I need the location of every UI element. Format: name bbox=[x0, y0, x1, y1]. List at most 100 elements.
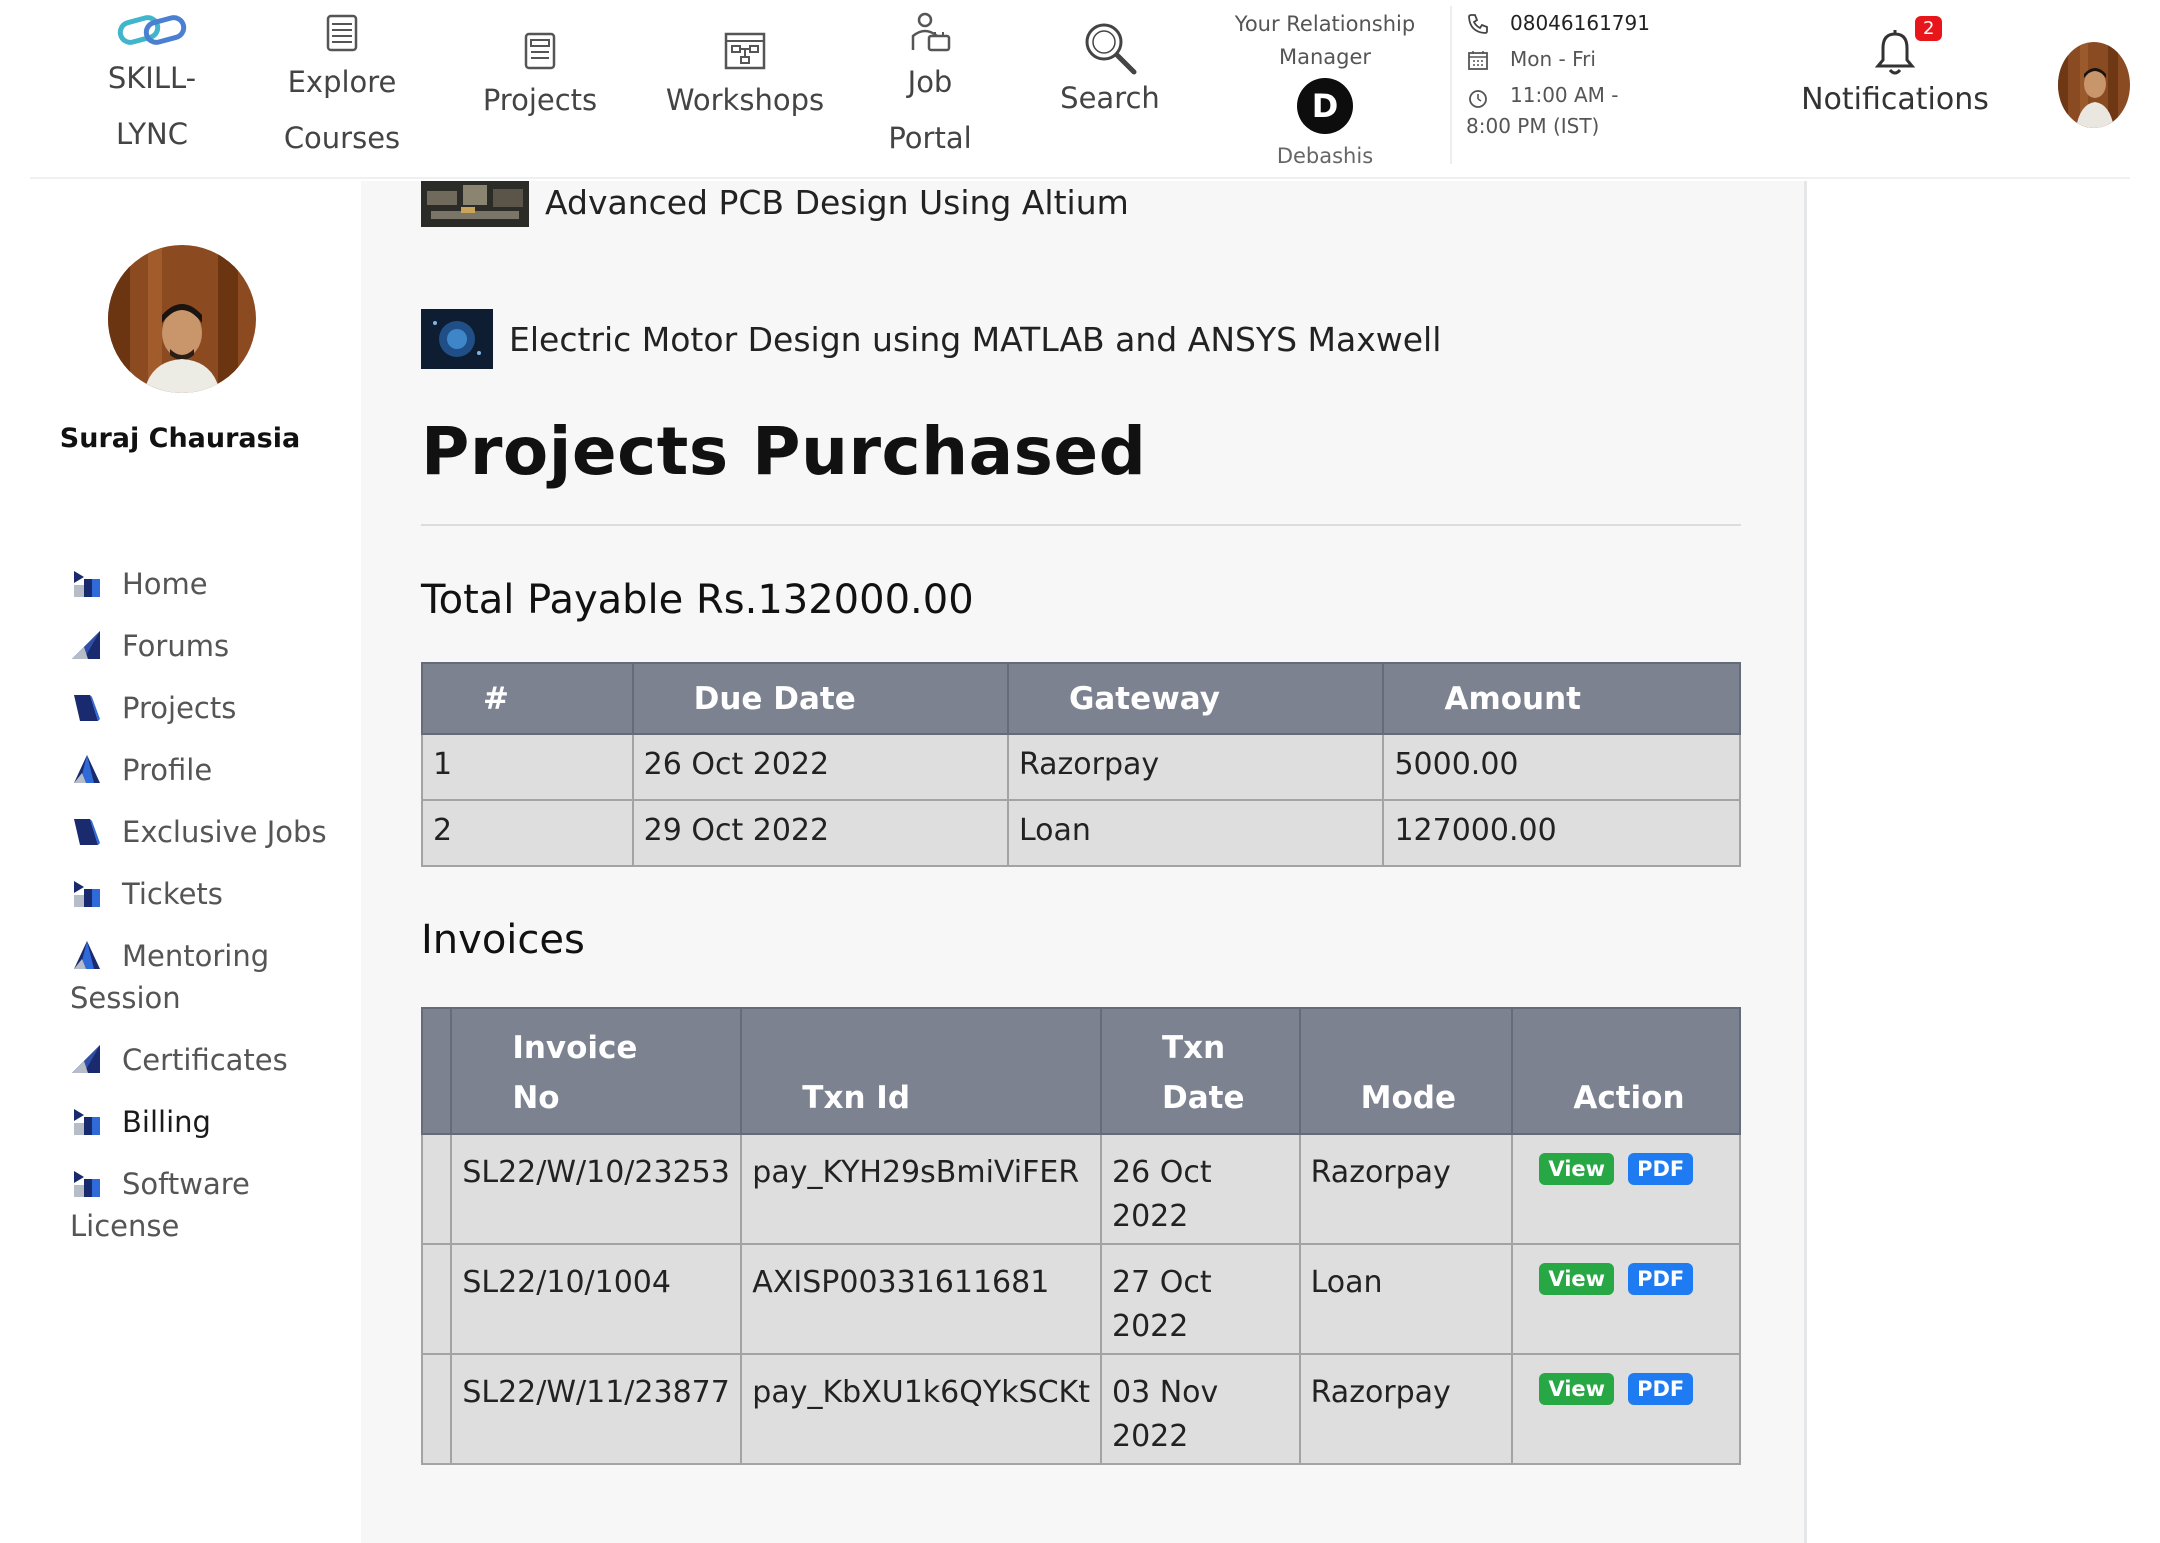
column-header-line2: Txn Id bbox=[802, 1080, 911, 1116]
notification-badge: 2 bbox=[1915, 16, 1943, 41]
nav-projects[interactable]: Projects bbox=[450, 28, 630, 128]
column-header: Amount bbox=[1382, 662, 1741, 735]
cell-action: View PDF bbox=[1511, 1353, 1741, 1465]
column-header: Due Date bbox=[631, 662, 1009, 735]
rm-avatar[interactable]: D bbox=[1297, 78, 1353, 134]
invoices-heading: Invoices bbox=[421, 917, 585, 963]
bell-icon bbox=[1874, 30, 1916, 75]
nav-workshops[interactable]: Workshops bbox=[645, 28, 845, 128]
home-icon bbox=[74, 571, 100, 597]
cell-action: View PDF bbox=[1511, 1133, 1741, 1245]
column-header-line1: Txn bbox=[1162, 1030, 1226, 1066]
view-button[interactable]: View bbox=[1539, 1153, 1615, 1185]
course-title: Advanced PCB Design Using Altium bbox=[545, 182, 1129, 222]
cell-index: 1 bbox=[421, 733, 634, 801]
pdf-button[interactable]: PDF bbox=[1628, 1263, 1694, 1295]
contact-phone-row: 08046161791 bbox=[1466, 8, 1696, 38]
column-header-txn-date: Txn Date bbox=[1100, 1007, 1301, 1135]
sidebar-item-certificates[interactable]: Certificates bbox=[70, 1039, 360, 1081]
brand-logo[interactable]: SKILL- LYNC bbox=[72, 10, 232, 162]
user-avatar[interactable] bbox=[2058, 42, 2130, 128]
contact-hours-line2: 8:00 PM (IST) bbox=[1466, 113, 1600, 138]
sidebar-item-profile[interactable]: Profile bbox=[70, 749, 360, 791]
course-item[interactable]: Electric Motor Design using MATLAB and A… bbox=[421, 309, 1441, 369]
sidebar-item-exclusive-jobs[interactable]: Exclusive Jobs bbox=[70, 811, 360, 853]
course-thumbnail bbox=[421, 181, 529, 227]
payments-table: # Due Date Gateway Amount 1 26 Oct 2022 … bbox=[421, 662, 1741, 867]
books-icon bbox=[326, 14, 358, 52]
calendar-icon bbox=[1468, 51, 1488, 70]
column-header-blank bbox=[420, 1007, 453, 1135]
nav-job-portal[interactable]: Job Portal bbox=[850, 10, 1010, 166]
cell-blank bbox=[420, 1353, 453, 1465]
cell-blank bbox=[420, 1243, 453, 1355]
cell-mode: Razorpay bbox=[1298, 1133, 1514, 1245]
invoices-table: Invoice No Txn Id Txn Date Mode Action S… bbox=[420, 1007, 1741, 1465]
software-license-icon bbox=[74, 1171, 100, 1197]
course-item[interactable]: Advanced PCB Design Using Altium bbox=[421, 181, 1129, 227]
column-header-mode: Mode bbox=[1298, 1007, 1514, 1135]
column-header-line2: No bbox=[512, 1080, 560, 1116]
sidebar-item-home[interactable]: Home bbox=[70, 563, 360, 605]
profile-avatar[interactable] bbox=[108, 245, 256, 393]
certificates-icon bbox=[72, 1045, 100, 1073]
calendar-flow-icon bbox=[724, 32, 766, 70]
cell-due-date: 29 Oct 2022 bbox=[631, 799, 1009, 867]
column-header: Gateway bbox=[1006, 662, 1385, 735]
pdf-button[interactable]: PDF bbox=[1628, 1373, 1694, 1405]
brand-logo-line2: LYNC bbox=[116, 117, 188, 151]
cell-mode: Razorpay bbox=[1298, 1353, 1514, 1465]
sidebar-item-mentoring-session[interactable]: Mentoring Session bbox=[70, 935, 360, 1019]
sidebar-item-billing[interactable]: Billing bbox=[70, 1101, 360, 1143]
top-navbar: SKILL- LYNC Explore Courses Projects Wor… bbox=[30, 0, 2130, 179]
clock-icon bbox=[1469, 89, 1487, 108]
cell-txn-date: 03 Nov 2022 bbox=[1100, 1353, 1301, 1465]
sidebar-item-forums[interactable]: Forums bbox=[70, 625, 360, 667]
search-icon bbox=[1085, 23, 1137, 75]
cell-amount: 5000.00 bbox=[1382, 733, 1741, 801]
chain-link-icon bbox=[117, 15, 187, 45]
sidebar-item-projects[interactable]: Projects bbox=[70, 687, 360, 729]
column-header-line1: Invoice bbox=[512, 1030, 638, 1066]
billing-icon bbox=[74, 1109, 100, 1135]
view-button[interactable]: View bbox=[1539, 1373, 1615, 1405]
sidebar-item-label: Mentoring bbox=[122, 939, 270, 973]
nav-explore-line1: Explore bbox=[287, 65, 397, 99]
nav-divider bbox=[1450, 6, 1452, 164]
cell-txn-date: 26 Oct 2022 bbox=[1100, 1133, 1301, 1245]
contact-hours-row: 11:00 AM - 8:00 PM (IST) bbox=[1466, 80, 1696, 141]
cell-invoice-no: SL22/W/11/23877 bbox=[450, 1353, 743, 1465]
txn-date-line1: 26 Oct bbox=[1112, 1155, 1212, 1190]
job-briefcase-icon bbox=[911, 12, 951, 52]
nav-explore-courses[interactable]: Explore Courses bbox=[252, 10, 432, 166]
tickets-icon bbox=[74, 881, 100, 907]
sidebar-item-tickets[interactable]: Tickets bbox=[70, 873, 360, 915]
table-row: SL22/10/1004 AXISP00331611681 27 Oct 202… bbox=[420, 1243, 1741, 1355]
cell-txn-date: 27 Oct 2022 bbox=[1100, 1243, 1301, 1355]
nav-workshops-label: Workshops bbox=[665, 83, 825, 117]
txn-date-line1: 27 Oct bbox=[1112, 1265, 1212, 1300]
nav-job-line2: Portal bbox=[888, 121, 972, 155]
contact-phone[interactable]: 08046161791 bbox=[1510, 8, 1650, 38]
contact-info: 08046161791 Mon - Fri 11:00 AM - 8:00 PM… bbox=[1466, 8, 1696, 147]
column-header-action: Action bbox=[1511, 1007, 1741, 1135]
sidebar: Suraj Chaurasia Home Forums Projects Pro… bbox=[30, 181, 361, 1543]
view-button[interactable]: View bbox=[1539, 1263, 1615, 1295]
rm-label-line1: Your Relationship bbox=[1234, 12, 1416, 36]
column-header-invoice-no: Invoice No bbox=[450, 1007, 743, 1135]
jobs-icon bbox=[74, 819, 100, 845]
pdf-button[interactable]: PDF bbox=[1628, 1153, 1694, 1185]
sidebar-item-label: Exclusive Jobs bbox=[122, 815, 327, 849]
sidebar-item-label-line2: Session bbox=[70, 981, 181, 1015]
nav-search[interactable]: Search bbox=[1020, 20, 1200, 120]
sidebar-item-label: Projects bbox=[122, 691, 237, 725]
projects-icon bbox=[74, 695, 100, 721]
cell-invoice-no: SL22/W/10/23253 bbox=[450, 1133, 743, 1245]
sidebar-item-software-license[interactable]: Software License bbox=[70, 1163, 360, 1247]
profile-name: Suraj Chaurasia bbox=[59, 423, 301, 454]
notifications[interactable]: 2 Notifications bbox=[1770, 16, 2020, 117]
divider bbox=[421, 524, 1741, 526]
brand-logo-line1: SKILL- bbox=[107, 61, 197, 95]
nav-job-line1: Job bbox=[907, 65, 953, 99]
right-panel bbox=[1804, 181, 2160, 1543]
